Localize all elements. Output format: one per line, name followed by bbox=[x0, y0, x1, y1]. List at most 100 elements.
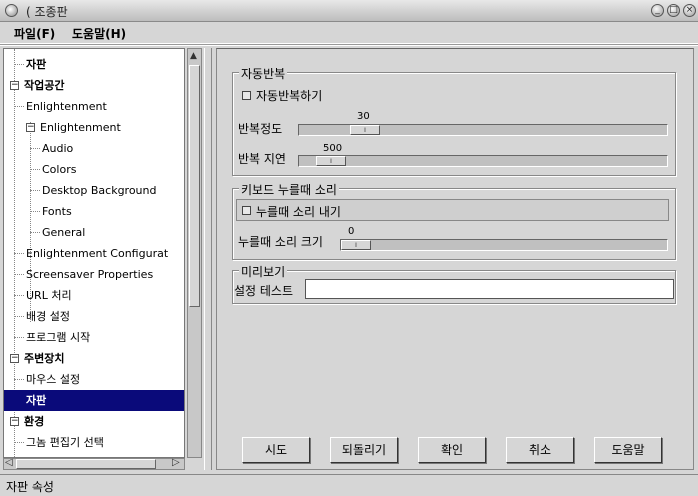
tree-item-label: 자판 bbox=[26, 58, 47, 71]
window-title: ( 조종판 bbox=[26, 5, 68, 19]
tree-connector bbox=[14, 64, 24, 65]
tree-connector bbox=[14, 274, 24, 275]
tree-item-label: 자판 bbox=[26, 394, 47, 407]
tree-item-label: 배경 설정 bbox=[26, 310, 70, 323]
tree-item[interactable]: 배경 설정 bbox=[4, 306, 184, 327]
try-button[interactable]: 시도 bbox=[242, 437, 310, 463]
window-menu-icon[interactable] bbox=[5, 4, 18, 17]
tree-item[interactable]: 마우스 설정 bbox=[4, 369, 184, 390]
revert-button[interactable]: 되돌리기 bbox=[330, 437, 398, 463]
repeat-delay-slider[interactable]: ı bbox=[298, 155, 668, 167]
tree-item-label: 프로그램 시작 bbox=[26, 331, 91, 344]
tree-connector bbox=[14, 316, 24, 317]
slider-handle[interactable]: ı bbox=[316, 156, 346, 166]
click-volume-slider[interactable]: ı bbox=[340, 239, 668, 251]
autorepeat-checkbox[interactable] bbox=[242, 91, 251, 100]
tree-connector bbox=[14, 253, 24, 254]
tree-connector bbox=[30, 190, 40, 191]
capplet-tree[interactable]: 자판 − 작업공간 Enlightenment − Enlightenment Audio C… bbox=[3, 48, 185, 458]
scroll-right-arrow-icon[interactable]: ▷ bbox=[172, 457, 180, 468]
test-settings-input[interactable] bbox=[305, 279, 674, 299]
scroll-up-arrow-icon[interactable]: ▲ bbox=[190, 51, 197, 61]
tree-connector bbox=[14, 442, 24, 443]
ok-button[interactable]: 확인 bbox=[418, 437, 486, 463]
autorepeat-checkbox-label[interactable]: 자동반복하기 bbox=[256, 87, 322, 104]
tree-item-label: 주변장치 bbox=[24, 352, 65, 365]
group-title: 자동반복 bbox=[239, 65, 288, 82]
tree-item-label: Audio bbox=[42, 142, 74, 155]
tree-connector bbox=[14, 295, 24, 296]
scroll-thumb[interactable] bbox=[16, 459, 156, 469]
scroll-left-arrow-icon[interactable]: ◁ bbox=[5, 457, 13, 468]
tree-connector bbox=[30, 148, 40, 149]
menu-help[interactable]: 도움말(H) bbox=[72, 25, 126, 42]
tree-connector bbox=[14, 379, 24, 380]
tree-item[interactable]: 프로그램 시작 bbox=[4, 327, 184, 348]
click-volume-label: 누를때 소리 크기 bbox=[238, 235, 323, 249]
click-sound-checkbox-label[interactable]: 누를때 소리 내기 bbox=[256, 203, 341, 220]
tree-item[interactable]: 자판 bbox=[4, 54, 184, 75]
tree-item[interactable]: Enlightenment Configurat bbox=[4, 243, 184, 264]
click-sound-checkbox[interactable] bbox=[242, 206, 251, 215]
title-bar[interactable]: ( 조종판 _ □ × bbox=[0, 0, 698, 22]
tree-connector bbox=[14, 106, 24, 107]
collapse-expander-icon[interactable]: − bbox=[26, 123, 35, 132]
tree-item-label: 그놈 편집기 선택 bbox=[26, 436, 104, 449]
menu-separator bbox=[0, 44, 698, 46]
tree-item[interactable]: Enlightenment bbox=[4, 96, 184, 117]
tree-item-label: Enlightenment bbox=[26, 100, 107, 113]
tree-item[interactable]: Fonts bbox=[4, 201, 184, 222]
tree-connector bbox=[30, 169, 40, 170]
tree-item[interactable]: Audio bbox=[4, 138, 184, 159]
group-title: 미리보기 bbox=[239, 263, 288, 280]
slider-handle[interactable]: ı bbox=[341, 240, 371, 250]
tree-item-label: General bbox=[42, 226, 86, 239]
collapse-expander-icon[interactable]: − bbox=[10, 354, 19, 363]
repeat-rate-value: 30 bbox=[357, 111, 370, 122]
tree-item-label: Enlightenment bbox=[40, 121, 121, 134]
status-bar: 자판 속성 bbox=[0, 474, 698, 496]
tree-item[interactable]: Desktop Background bbox=[4, 180, 184, 201]
test-settings-label: 설정 테스트 bbox=[234, 284, 294, 298]
tree-item[interactable]: − 작업공간 bbox=[4, 75, 184, 96]
tree-item[interactable]: − 환경 bbox=[4, 411, 184, 432]
tree-item[interactable]: URL 처리 bbox=[4, 285, 184, 306]
tree-horizontal-scrollbar[interactable]: ◁ ▷ bbox=[3, 457, 185, 470]
collapse-expander-icon[interactable]: − bbox=[10, 417, 19, 426]
click-volume-value: 0 bbox=[348, 226, 355, 237]
tree-item-label: Fonts bbox=[42, 205, 72, 218]
pane-splitter[interactable] bbox=[204, 48, 212, 470]
tree-vertical-scrollbar[interactable]: ▲ bbox=[187, 48, 202, 458]
tree-item[interactable]: − Enlightenment bbox=[4, 117, 184, 138]
tree-item[interactable]: Colors bbox=[4, 159, 184, 180]
tree-item-label: 작업공간 bbox=[24, 79, 65, 92]
tree-item[interactable]: Screensaver Properties bbox=[4, 264, 184, 285]
tree-connector bbox=[30, 232, 40, 233]
tree-connector bbox=[14, 337, 24, 338]
minimize-icon[interactable]: _ bbox=[651, 4, 664, 17]
group-title: 키보드 누를때 소리 bbox=[239, 181, 339, 198]
repeat-delay-label: 반복 지연 bbox=[238, 152, 286, 166]
repeat-rate-slider[interactable]: ı bbox=[298, 124, 668, 136]
tree-item-label: Enlightenment Configurat bbox=[26, 247, 169, 260]
maximize-icon[interactable]: □ bbox=[667, 4, 680, 17]
close-icon[interactable]: × bbox=[683, 4, 696, 17]
repeat-delay-value: 500 bbox=[323, 143, 343, 154]
tree-item-label: Colors bbox=[42, 163, 77, 176]
tree-item-label: 환경 bbox=[24, 415, 45, 428]
collapse-expander-icon[interactable]: − bbox=[10, 81, 19, 90]
tree-item[interactable]: − 주변장치 bbox=[4, 348, 184, 369]
slider-handle[interactable]: ı bbox=[350, 125, 380, 135]
tree-item[interactable]: 그놈 편집기 선택 bbox=[4, 432, 184, 453]
tree-item-label: URL 처리 bbox=[26, 289, 72, 302]
help-button[interactable]: 도움말 bbox=[594, 437, 662, 463]
status-text: 자판 속성 bbox=[6, 480, 54, 494]
tree-item[interactable]: 자판 bbox=[4, 390, 184, 411]
tree-item-label: Desktop Background bbox=[42, 184, 157, 197]
tree-item[interactable]: General bbox=[4, 222, 184, 243]
repeat-rate-label: 반복정도 bbox=[238, 122, 283, 136]
scroll-thumb[interactable] bbox=[189, 65, 200, 307]
menu-file[interactable]: 파일(F) bbox=[14, 25, 55, 42]
cancel-button[interactable]: 취소 bbox=[506, 437, 574, 463]
tree-item-label: 마우스 설정 bbox=[26, 373, 81, 386]
